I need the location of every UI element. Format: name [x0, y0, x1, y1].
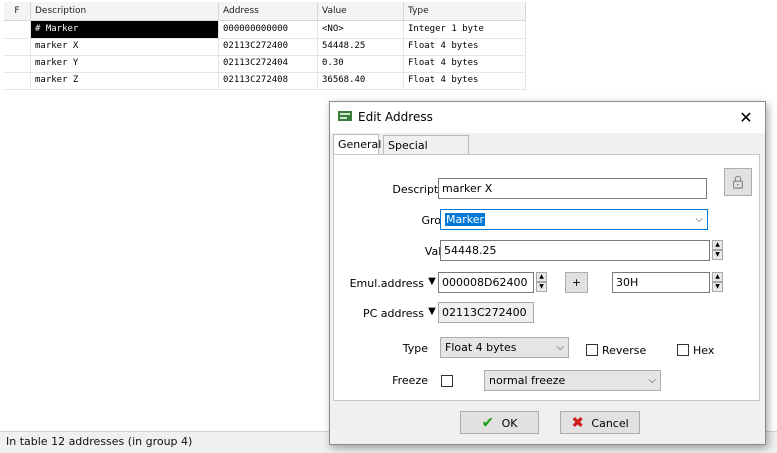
column-header-address[interactable]: Address [219, 2, 318, 20]
type-label: Type [402, 342, 428, 355]
freeze-label: Freeze [392, 374, 428, 387]
column-header-f[interactable]: F [4, 2, 31, 20]
table-row[interactable]: marker Z 02113C272408 36568.40 Float 4 b… [4, 72, 526, 90]
row-value[interactable]: 0.30 [318, 55, 404, 72]
emul-address-field[interactable]: 000008D62400 [438, 272, 534, 293]
table-row[interactable]: marker X 02113C272400 54448.25 Float 4 b… [4, 38, 526, 56]
cancel-button-label: Cancel [591, 416, 629, 430]
reverse-checkbox[interactable] [586, 344, 598, 356]
row-value[interactable]: 54448.25 [318, 38, 404, 55]
type-select-value: Float 4 bytes [445, 341, 517, 354]
spin-up-icon[interactable]: ▲ [712, 240, 723, 250]
row-type[interactable]: Float 4 bytes [404, 72, 526, 89]
offset-field[interactable]: 30H [612, 272, 710, 293]
spin-down-icon[interactable]: ▼ [536, 282, 547, 292]
spin-up-icon[interactable]: ▲ [536, 272, 547, 282]
ok-button-label: OK [501, 416, 518, 430]
row-description[interactable]: marker Y [31, 55, 219, 72]
tab-general[interactable]: General [333, 134, 381, 155]
row-address[interactable]: 02113C272408 [219, 72, 318, 89]
offset-spinner[interactable]: ▲ ▼ [712, 272, 723, 293]
table-row[interactable]: # Marker 000000000000 <NO> Integer 1 byt… [4, 21, 526, 39]
row-description[interactable]: marker Z [31, 72, 219, 89]
pc-address-dropdown-icon[interactable]: ▼ [426, 302, 438, 321]
description-field[interactable]: marker X [438, 178, 707, 199]
chevron-down-icon: ⌵ [695, 214, 703, 225]
spin-down-icon[interactable]: ▼ [712, 250, 723, 260]
emul-address-dropdown-icon[interactable]: ▼ [426, 272, 438, 291]
dialog-titlebar[interactable]: Edit Address ✕ [330, 102, 765, 133]
ok-button[interactable]: ✔ OK [460, 411, 539, 434]
column-header-type[interactable]: Type [404, 2, 526, 20]
type-select[interactable]: Float 4 bytes ⌵ [440, 337, 569, 358]
chevron-down-icon: ⌵ [648, 375, 656, 386]
spin-up-icon[interactable]: ▲ [712, 272, 723, 282]
pc-address-label: PC address [362, 307, 424, 320]
emul-address-spinner[interactable]: ▲ ▼ [536, 272, 547, 293]
emul-address-label: Emul.address [349, 277, 424, 290]
edit-address-dialog: Edit Address ✕ General Special Hotkeys D… [329, 101, 766, 445]
column-header-value[interactable]: Value [318, 2, 404, 20]
hex-checkbox[interactable] [677, 344, 689, 356]
freeze-mode-value: normal freeze [489, 374, 566, 387]
pc-address-field: 02113C272400 [438, 302, 534, 323]
column-header-description[interactable]: Description [31, 2, 219, 20]
freeze-checkbox[interactable] [441, 375, 453, 387]
row-freeze-cell[interactable] [4, 38, 31, 55]
checkmark-icon: ✔ [481, 413, 495, 432]
close-icon[interactable]: ✕ [735, 107, 757, 129]
row-value[interactable]: <NO> [318, 21, 404, 38]
cancel-button[interactable]: ✖ Cancel [560, 411, 640, 434]
table-header: F Description Address Value Type [4, 2, 526, 21]
lock-button[interactable] [724, 168, 752, 196]
row-description[interactable]: # Marker [31, 21, 219, 38]
value-spinner[interactable]: ▲ ▼ [712, 240, 723, 261]
row-type[interactable]: Float 4 bytes [404, 38, 526, 55]
dialog-title: Edit Address [358, 110, 433, 124]
row-freeze-cell[interactable] [4, 55, 31, 72]
lock-icon [733, 175, 743, 189]
chevron-down-icon: ⌵ [556, 342, 564, 353]
reverse-label[interactable]: Reverse [602, 344, 646, 357]
row-freeze-cell[interactable] [4, 72, 31, 89]
row-value[interactable]: 36568.40 [318, 72, 404, 89]
edit-address-icon [338, 111, 352, 121]
value-field[interactable]: 54448.25 [440, 240, 710, 261]
hex-label[interactable]: Hex [693, 344, 714, 357]
row-address[interactable]: 000000000000 [219, 21, 318, 38]
spin-down-icon[interactable]: ▼ [712, 282, 723, 292]
row-address[interactable]: 02113C272400 [219, 38, 318, 55]
tab-special-hotkeys[interactable]: Special Hotkeys [383, 135, 469, 171]
add-offset-button[interactable]: + [565, 272, 588, 293]
group-select[interactable]: Marker ⌵ [440, 209, 708, 230]
row-description[interactable]: marker X [31, 38, 219, 55]
x-icon: ✖ [571, 413, 584, 432]
group-select-value: Marker [445, 213, 486, 226]
freeze-mode-select[interactable]: normal freeze ⌵ [484, 370, 661, 391]
row-type[interactable]: Float 4 bytes [404, 55, 526, 72]
table-row[interactable]: marker Y 02113C272404 0.30 Float 4 bytes [4, 55, 526, 73]
row-address[interactable]: 02113C272404 [219, 55, 318, 72]
row-freeze-cell[interactable] [4, 21, 31, 38]
row-type[interactable]: Integer 1 byte [404, 21, 526, 38]
